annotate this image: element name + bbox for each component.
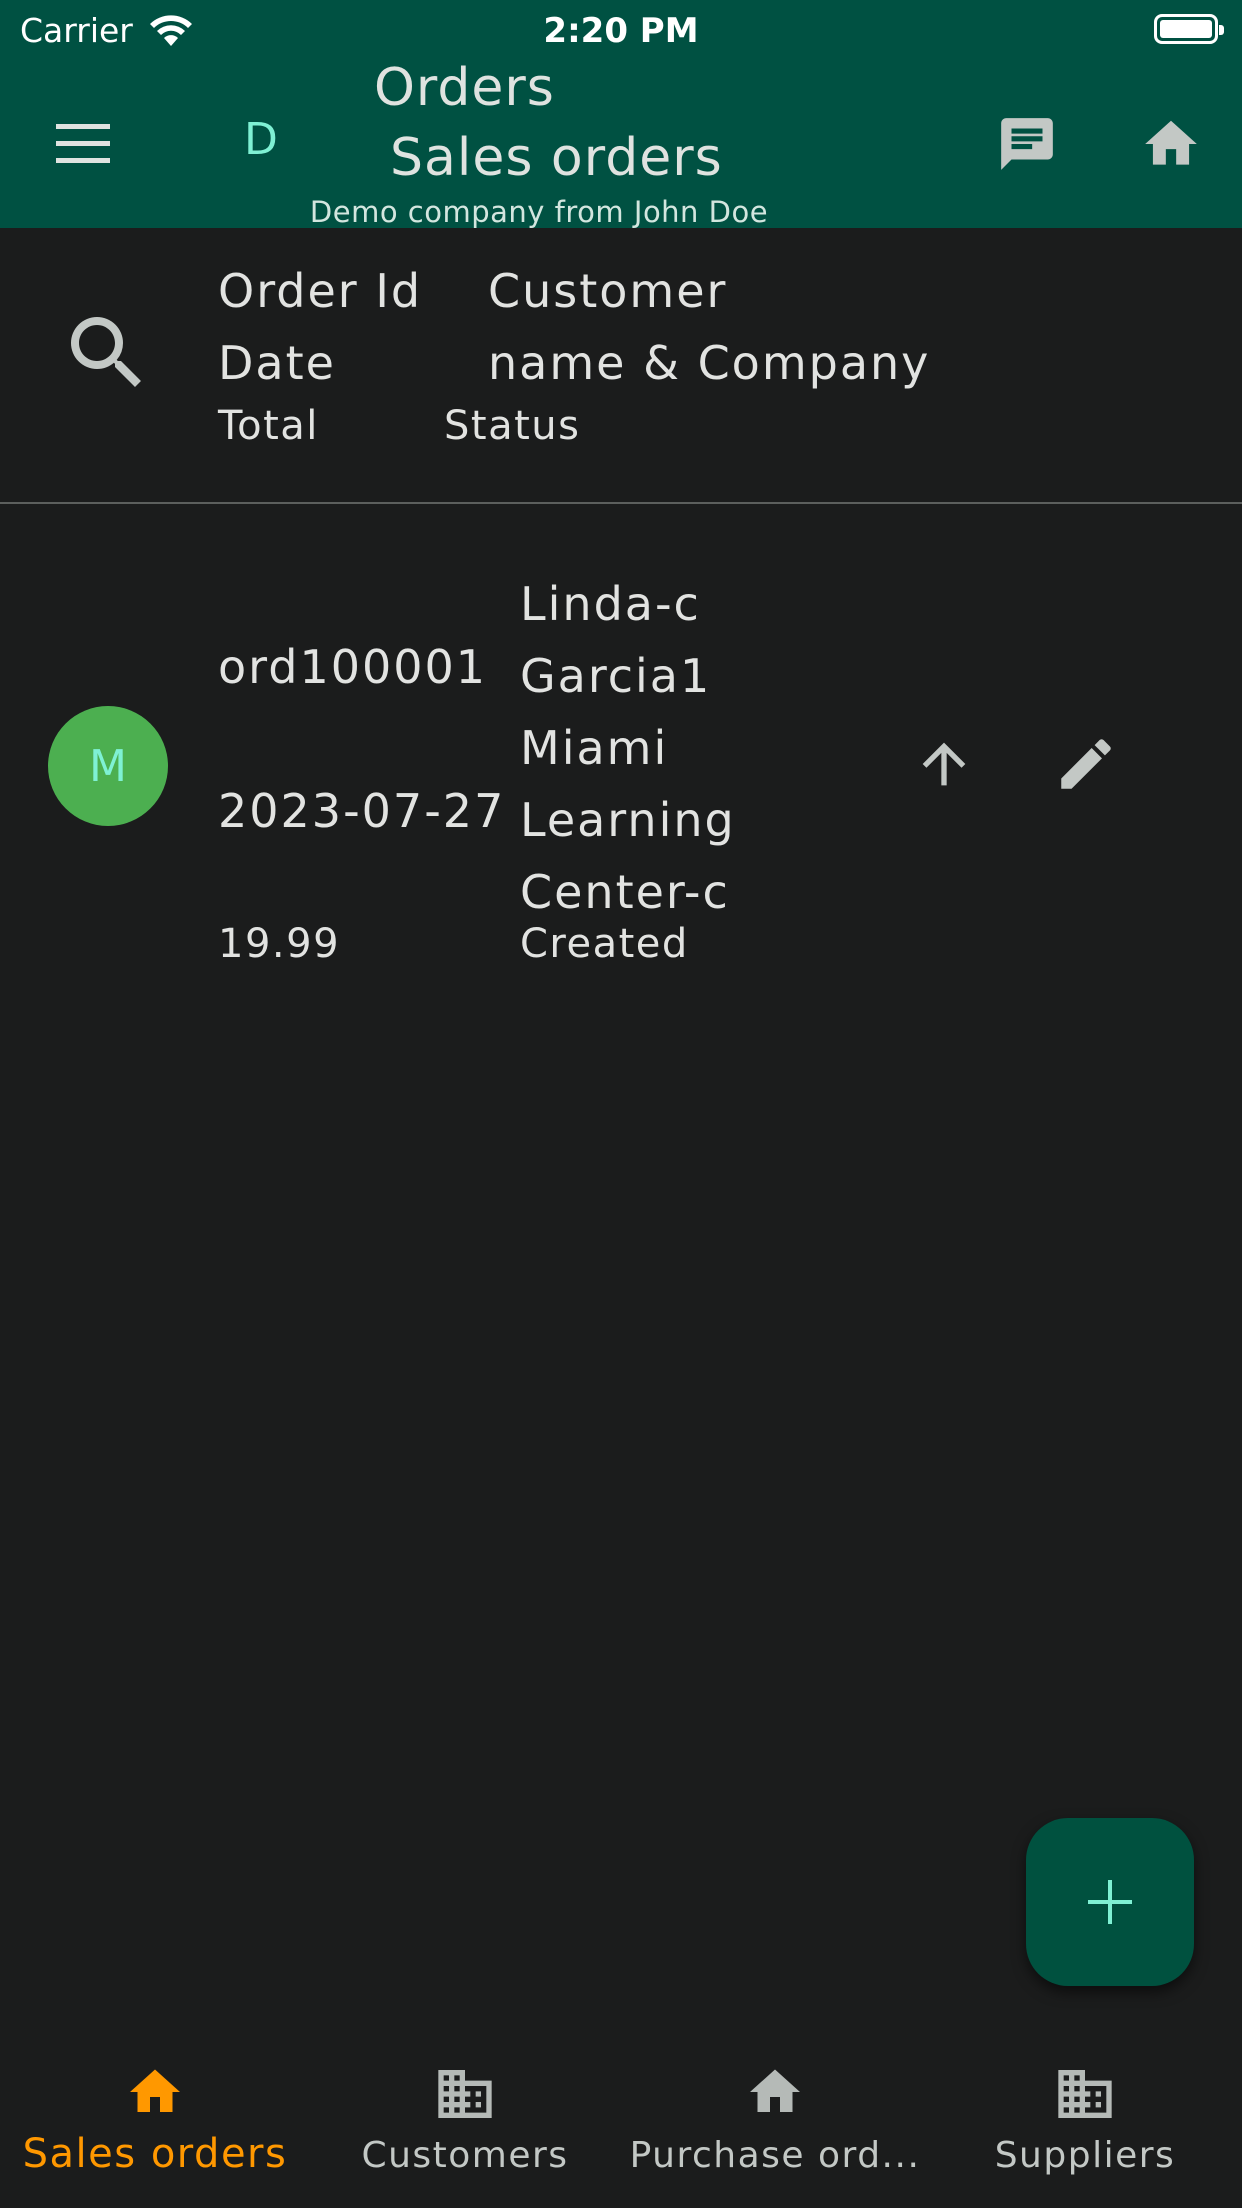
nav-purchase-orders[interactable]: Purchase ord... (620, 2040, 930, 2208)
building-icon (438, 2070, 492, 2118)
column-customer-company[interactable]: name & Company (488, 340, 930, 386)
nav-customers[interactable]: Customers (310, 2040, 620, 2208)
home-icon (1145, 120, 1197, 165)
customer-line: Center-c (520, 865, 730, 919)
customer-line: Miami (520, 721, 669, 775)
home-icon (130, 2069, 180, 2112)
nav-suppliers[interactable]: Suppliers (930, 2040, 1240, 2208)
menu-icon (56, 124, 110, 163)
column-order-id[interactable]: Order Id (218, 268, 422, 314)
company-initial[interactable]: D (244, 118, 278, 162)
home-button[interactable] (1124, 104, 1218, 184)
chat-icon (1001, 118, 1053, 170)
column-status[interactable]: Status (444, 406, 580, 446)
customer-line: Linda-c (520, 577, 701, 631)
chat-button[interactable] (980, 104, 1074, 184)
customer-line: Learning (520, 793, 736, 847)
battery-icon (1154, 14, 1224, 44)
avatar-initial: M (89, 740, 127, 792)
menu-button[interactable] (40, 108, 128, 180)
company-label: Demo company from John Doe (309, 195, 769, 229)
home-icon (750, 2069, 800, 2112)
plus-icon (1088, 1880, 1132, 1924)
order-status-value: Created (520, 921, 689, 967)
nav-label: Customers (361, 2135, 569, 2176)
nav-sales-orders[interactable]: Sales orders (0, 2040, 310, 2208)
avatar: M (48, 706, 168, 826)
page-subtitle: Sales orders (390, 128, 723, 188)
pencil-icon (1061, 739, 1111, 789)
column-header: Order Id Date Total Customer name & Comp… (0, 228, 1242, 504)
page-title: Orders (374, 58, 555, 118)
nav-label: Sales orders (22, 2131, 288, 2177)
nav-label: Purchase ord... (629, 2135, 921, 2176)
add-order-button[interactable] (1026, 1818, 1194, 1986)
search-icon (71, 317, 141, 387)
customer-name-company: Linda-c Garcia1 Miami Learning Center-c (520, 568, 850, 928)
column-date[interactable]: Date (218, 340, 336, 386)
order-date-value: 2023-07-27 (218, 784, 506, 838)
nav-label: Suppliers (994, 2135, 1176, 2176)
order-id-value: ord100001 (218, 640, 488, 694)
edit-button[interactable] (1038, 716, 1134, 812)
app-bar: Carrier 2:20 PM D Orders Sales orders De… (0, 0, 1242, 228)
clock-label: 2:20 PM (543, 11, 699, 51)
order-total-value: 19.99 (218, 921, 341, 967)
column-customer[interactable]: Customer (488, 268, 727, 314)
bottom-nav: Sales orders Customers Purchase ord... S… (0, 2040, 1242, 2208)
search-button[interactable] (52, 298, 162, 408)
upload-button[interactable] (896, 716, 992, 812)
customer-line: Garcia1 (520, 649, 712, 703)
column-total[interactable]: Total (218, 406, 319, 446)
building-icon (1058, 2070, 1112, 2118)
arrow-up-icon (922, 742, 966, 786)
table-row[interactable]: M ord100001 2023-07-27 19.99 Linda-c Gar… (0, 540, 1242, 1000)
